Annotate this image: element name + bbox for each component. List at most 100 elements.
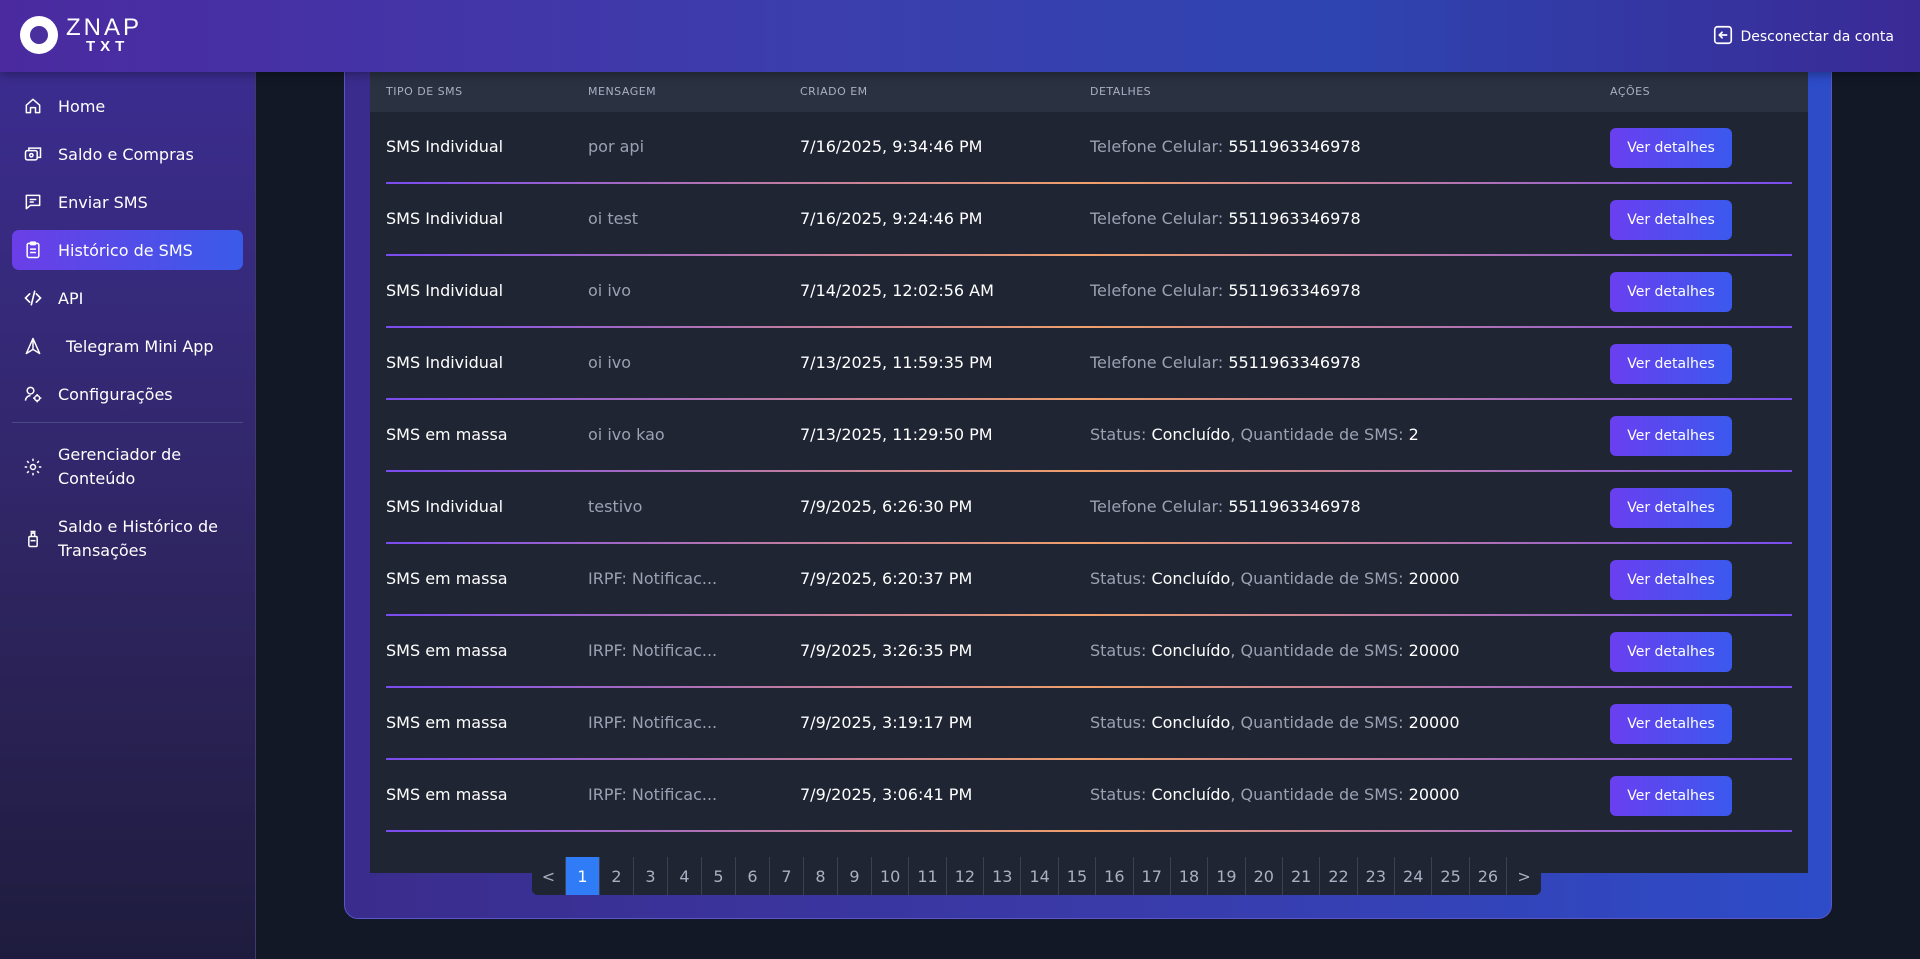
pagination-page-button[interactable]: 14 xyxy=(1021,857,1059,895)
logout-button[interactable]: Desconectar da conta xyxy=(1712,24,1894,50)
header-acoes: AÇÕES xyxy=(1610,85,1651,98)
detail-value: Concluído xyxy=(1151,569,1231,588)
pagination-page-button[interactable]: 18 xyxy=(1170,857,1209,895)
pagination-page-button[interactable]: 22 xyxy=(1320,857,1358,895)
detail-key: Status: xyxy=(1090,785,1152,804)
logo-mark-icon xyxy=(20,16,58,54)
detail-separator: , xyxy=(1230,713,1241,732)
cell-tipo: SMS em massa xyxy=(386,641,508,660)
ver-detalhes-button[interactable]: Ver detalhes xyxy=(1610,560,1732,600)
ver-detalhes-button[interactable]: Ver detalhes xyxy=(1610,272,1732,312)
pagination-page-button[interactable]: 5 xyxy=(702,857,736,895)
pagination: < 1 2 3 4 5 6 7 8 9 10 11 12 13 14 15 16 17 18 19 20 21 22 23 2… xyxy=(532,857,1542,895)
pagination-page-button[interactable]: 20 xyxy=(1245,857,1283,895)
sidebar-item-gerenciador[interactable]: Gerenciador de Conteúdo xyxy=(12,437,243,497)
pagination-page-button[interactable]: 9 xyxy=(838,857,872,895)
pagination-prev-button[interactable]: < xyxy=(532,857,566,895)
sidebar-item-saldo-historico[interactable]: Saldo e Histórico de Transações xyxy=(12,509,243,569)
clipboard-icon xyxy=(22,239,44,261)
sidebar-item-saldo-compras[interactable]: Saldo e Compras xyxy=(12,134,243,174)
cell-mensagem: oi ivo xyxy=(588,353,632,372)
ver-detalhes-button[interactable]: Ver detalhes xyxy=(1610,416,1732,456)
sidebar-item-telegram[interactable]: Telegram Mini App xyxy=(12,326,243,366)
detail-value: Concluído xyxy=(1151,425,1231,444)
pagination-page-button[interactable]: 23 xyxy=(1357,857,1396,895)
detail-key: Telefone Celular: xyxy=(1090,209,1229,228)
pagination-page-button[interactable]: 25 xyxy=(1432,857,1470,895)
ver-detalhes-button[interactable]: Ver detalhes xyxy=(1610,344,1732,384)
logout-icon xyxy=(1712,24,1734,50)
sidebar-item-enviar-sms[interactable]: Enviar SMS xyxy=(12,182,243,222)
logo[interactable]: ZNAP TXT xyxy=(18,14,158,58)
pagination-page-button[interactable]: 11 xyxy=(909,857,947,895)
detail-separator: , xyxy=(1230,641,1241,660)
sidebar-item-historico-sms[interactable]: Histórico de SMS xyxy=(12,230,243,270)
pagination-next-button[interactable]: > xyxy=(1507,857,1542,895)
ver-detalhes-button[interactable]: Ver detalhes xyxy=(1610,488,1732,528)
gear-icon xyxy=(22,456,44,478)
sidebar-nav: Home Saldo e Compras Enviar SMS Históric… xyxy=(12,86,243,581)
cell-tipo: SMS em massa xyxy=(386,785,508,804)
pagination-page-button[interactable]: 2 xyxy=(600,857,634,895)
ver-detalhes-button[interactable]: Ver detalhes xyxy=(1610,776,1732,816)
table-row: SMS em massa IRPF: Notificac... 7/9/2025… xyxy=(370,760,1808,832)
pagination-page-button[interactable]: 3 xyxy=(634,857,668,895)
cell-detalhes: Status: Concluído, Quantidade de SMS: 20… xyxy=(1090,785,1460,804)
detail-value: Concluído xyxy=(1151,785,1231,804)
pagination-page-button[interactable]: 4 xyxy=(668,857,702,895)
cell-tipo: SMS em massa xyxy=(386,425,508,444)
ver-detalhes-button[interactable]: Ver detalhes xyxy=(1610,200,1732,240)
pagination-page-button[interactable]: 15 xyxy=(1058,857,1097,895)
detail-key: Telefone Celular: xyxy=(1090,137,1229,156)
cell-mensagem: testivo xyxy=(588,497,643,516)
sidebar-item-label: Histórico de SMS xyxy=(58,240,193,260)
detail-key: Quantidade de SMS: xyxy=(1240,425,1409,444)
detail-value: 20000 xyxy=(1408,569,1460,588)
sidebar-item-api[interactable]: API xyxy=(12,278,243,318)
ver-detalhes-button[interactable]: Ver detalhes xyxy=(1610,704,1732,744)
cell-mensagem: por api xyxy=(588,137,645,156)
sidebar-item-home[interactable]: Home xyxy=(12,86,243,126)
pagination-page-button[interactable]: 16 xyxy=(1096,857,1134,895)
ver-detalhes-button[interactable]: Ver detalhes xyxy=(1610,128,1732,168)
table-row: SMS em massa IRPF: Notificac... 7/9/2025… xyxy=(370,544,1808,616)
detail-separator: , xyxy=(1230,425,1241,444)
pagination-page-button[interactable]: 12 xyxy=(946,857,985,895)
pagination-page-button[interactable]: 26 xyxy=(1469,857,1508,895)
sidebar-item-configuracoes[interactable]: Configurações xyxy=(12,374,243,414)
pagination-page-button[interactable]: 6 xyxy=(736,857,770,895)
table-header: TIPO DE SMS MENSAGEM CRIADO EM DETALHES … xyxy=(370,71,1808,112)
ver-detalhes-button[interactable]: Ver detalhes xyxy=(1610,632,1732,672)
bottle-icon xyxy=(22,528,44,550)
table-row: SMS Individual oi ivo 7/14/2025, 12:02:5… xyxy=(370,256,1808,328)
detail-separator: , xyxy=(1230,785,1241,804)
cell-criado: 7/9/2025, 3:19:17 PM xyxy=(800,713,973,732)
header-criado: CRIADO EM xyxy=(800,85,868,98)
cell-detalhes: Status: Concluído, Quantidade de SMS: 20… xyxy=(1090,569,1460,588)
detail-value: 5511963346978 xyxy=(1228,209,1361,228)
pagination-page-button[interactable]: 24 xyxy=(1395,857,1433,895)
pagination-page-button[interactable]: 19 xyxy=(1208,857,1246,895)
detail-value: 5511963346978 xyxy=(1228,281,1361,300)
detail-key: Status: xyxy=(1090,713,1152,732)
message-icon xyxy=(22,191,44,213)
pagination-page-button[interactable]: 7 xyxy=(770,857,804,895)
detail-key: Quantidade de SMS: xyxy=(1240,569,1409,588)
sidebar: Home Saldo e Compras Enviar SMS Históric… xyxy=(0,72,256,959)
cell-detalhes: Telefone Celular: 5511963346978 xyxy=(1090,137,1361,156)
sidebar-item-label: Saldo e Compras xyxy=(58,144,194,164)
cell-criado: 7/9/2025, 6:20:37 PM xyxy=(800,569,973,588)
cell-criado: 7/9/2025, 6:26:30 PM xyxy=(800,497,973,516)
cell-mensagem: oi ivo kao xyxy=(588,425,665,444)
pagination-page-button[interactable]: 17 xyxy=(1133,857,1171,895)
cell-tipo: SMS Individual xyxy=(386,281,504,300)
pagination-page-button[interactable]: 1 xyxy=(566,857,600,895)
cell-tipo: SMS Individual xyxy=(386,137,504,156)
pagination-page-button[interactable]: 10 xyxy=(872,857,910,895)
pagination-page-button[interactable]: 13 xyxy=(984,857,1022,895)
detail-value: 20000 xyxy=(1408,641,1460,660)
pagination-page-button[interactable]: 8 xyxy=(804,857,838,895)
pagination-page-button[interactable]: 21 xyxy=(1282,857,1321,895)
table-row: SMS Individual oi test 7/16/2025, 9:24:4… xyxy=(370,184,1808,256)
detail-value: 5511963346978 xyxy=(1228,137,1361,156)
